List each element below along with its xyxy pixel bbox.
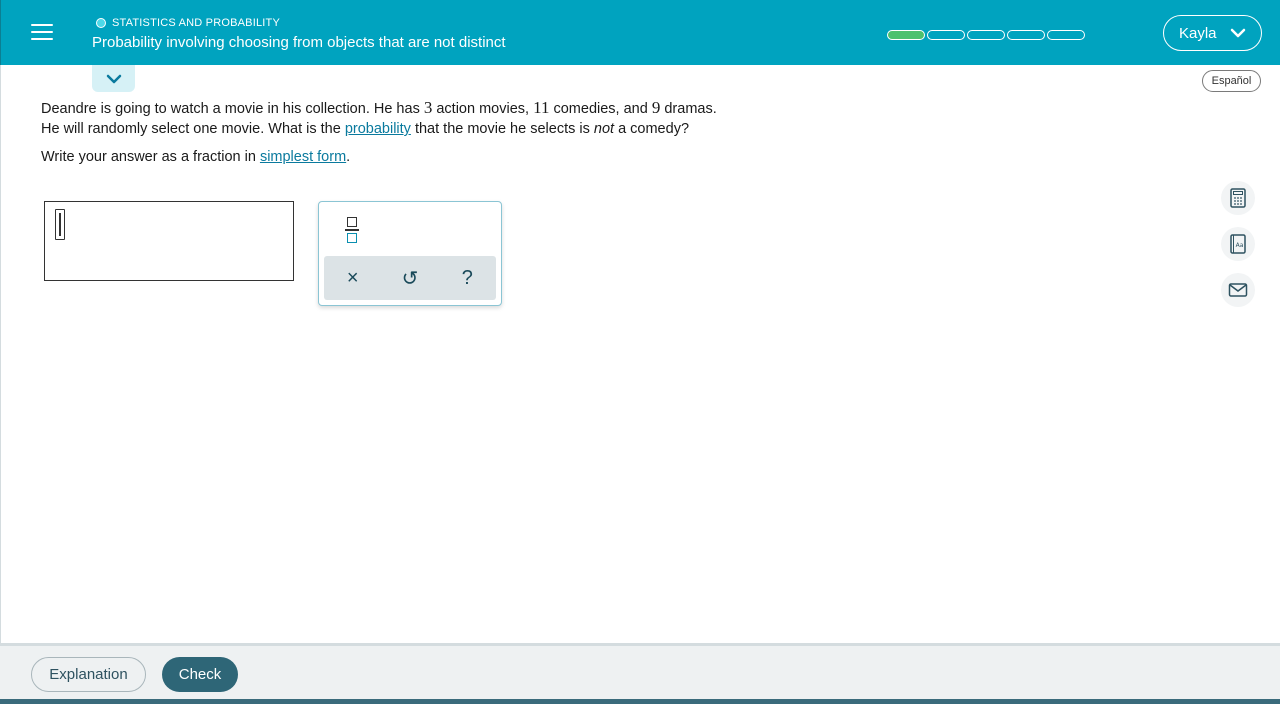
text-cursor-icon (55, 209, 65, 240)
progress-segment (1007, 30, 1045, 40)
svg-text:Aa: Aa (1236, 242, 1244, 249)
dictionary-button[interactable]: Aa (1221, 227, 1255, 261)
clear-button[interactable]: × (335, 260, 371, 296)
keypad-tray: × ↺ ? (324, 256, 496, 300)
simplest-form-link[interactable]: simplest form (260, 149, 346, 165)
numerator-box-icon (346, 217, 357, 228)
fraction-bar-icon (344, 229, 359, 231)
topic-label: STATISTICS AND PROBABILITY (112, 17, 280, 29)
left-edge-divider (0, 65, 1, 643)
help-button[interactable]: ? (449, 260, 485, 296)
progress-segment (927, 30, 965, 40)
calculator-button[interactable] (1221, 181, 1255, 215)
progress-segment (887, 30, 925, 40)
topic-row: STATISTICS AND PROBABILITY (96, 15, 280, 31)
page-title: Probability involving choosing from obje… (92, 34, 506, 51)
denominator-box-icon (346, 232, 357, 243)
math-keypad: × ↺ ? (318, 201, 502, 306)
answer-input[interactable] (44, 201, 294, 281)
undo-button[interactable]: ↺ (392, 260, 428, 296)
user-menu-button[interactable]: Kayla (1163, 15, 1262, 51)
dictionary-icon: Aa (1230, 234, 1246, 254)
check-button[interactable]: Check (162, 657, 238, 692)
chevron-down-icon (1230, 28, 1246, 38)
comedy-count: 11 (533, 98, 550, 117)
language-toggle-button[interactable]: Español (1202, 70, 1261, 92)
user-name: Kayla (1179, 24, 1217, 42)
explanation-button[interactable]: Explanation (31, 657, 146, 692)
calculator-icon (1230, 188, 1246, 208)
message-icon (1228, 283, 1248, 297)
progress-segment (967, 30, 1005, 40)
chevron-down-icon (106, 74, 121, 83)
fraction-button[interactable] (339, 214, 364, 246)
header-bar: STATISTICS AND PROBABILITY Probability i… (0, 0, 1280, 65)
topic-dot-icon (96, 18, 106, 28)
emphasis-not: not (593, 121, 615, 137)
footer-bar: Explanation Check (0, 643, 1280, 699)
message-button[interactable] (1221, 273, 1255, 307)
collapse-header-button[interactable] (92, 65, 135, 92)
footer-bottom-strip (0, 699, 1280, 704)
probability-link[interactable]: probability (345, 121, 411, 137)
question-text: Deandre is going to watch a movie in his… (41, 98, 717, 137)
menu-icon[interactable] (31, 24, 53, 42)
progress-segment (1047, 30, 1085, 40)
progress-bar (887, 30, 1087, 40)
instruction-text: Write your answer as a fraction in simpl… (41, 149, 351, 165)
